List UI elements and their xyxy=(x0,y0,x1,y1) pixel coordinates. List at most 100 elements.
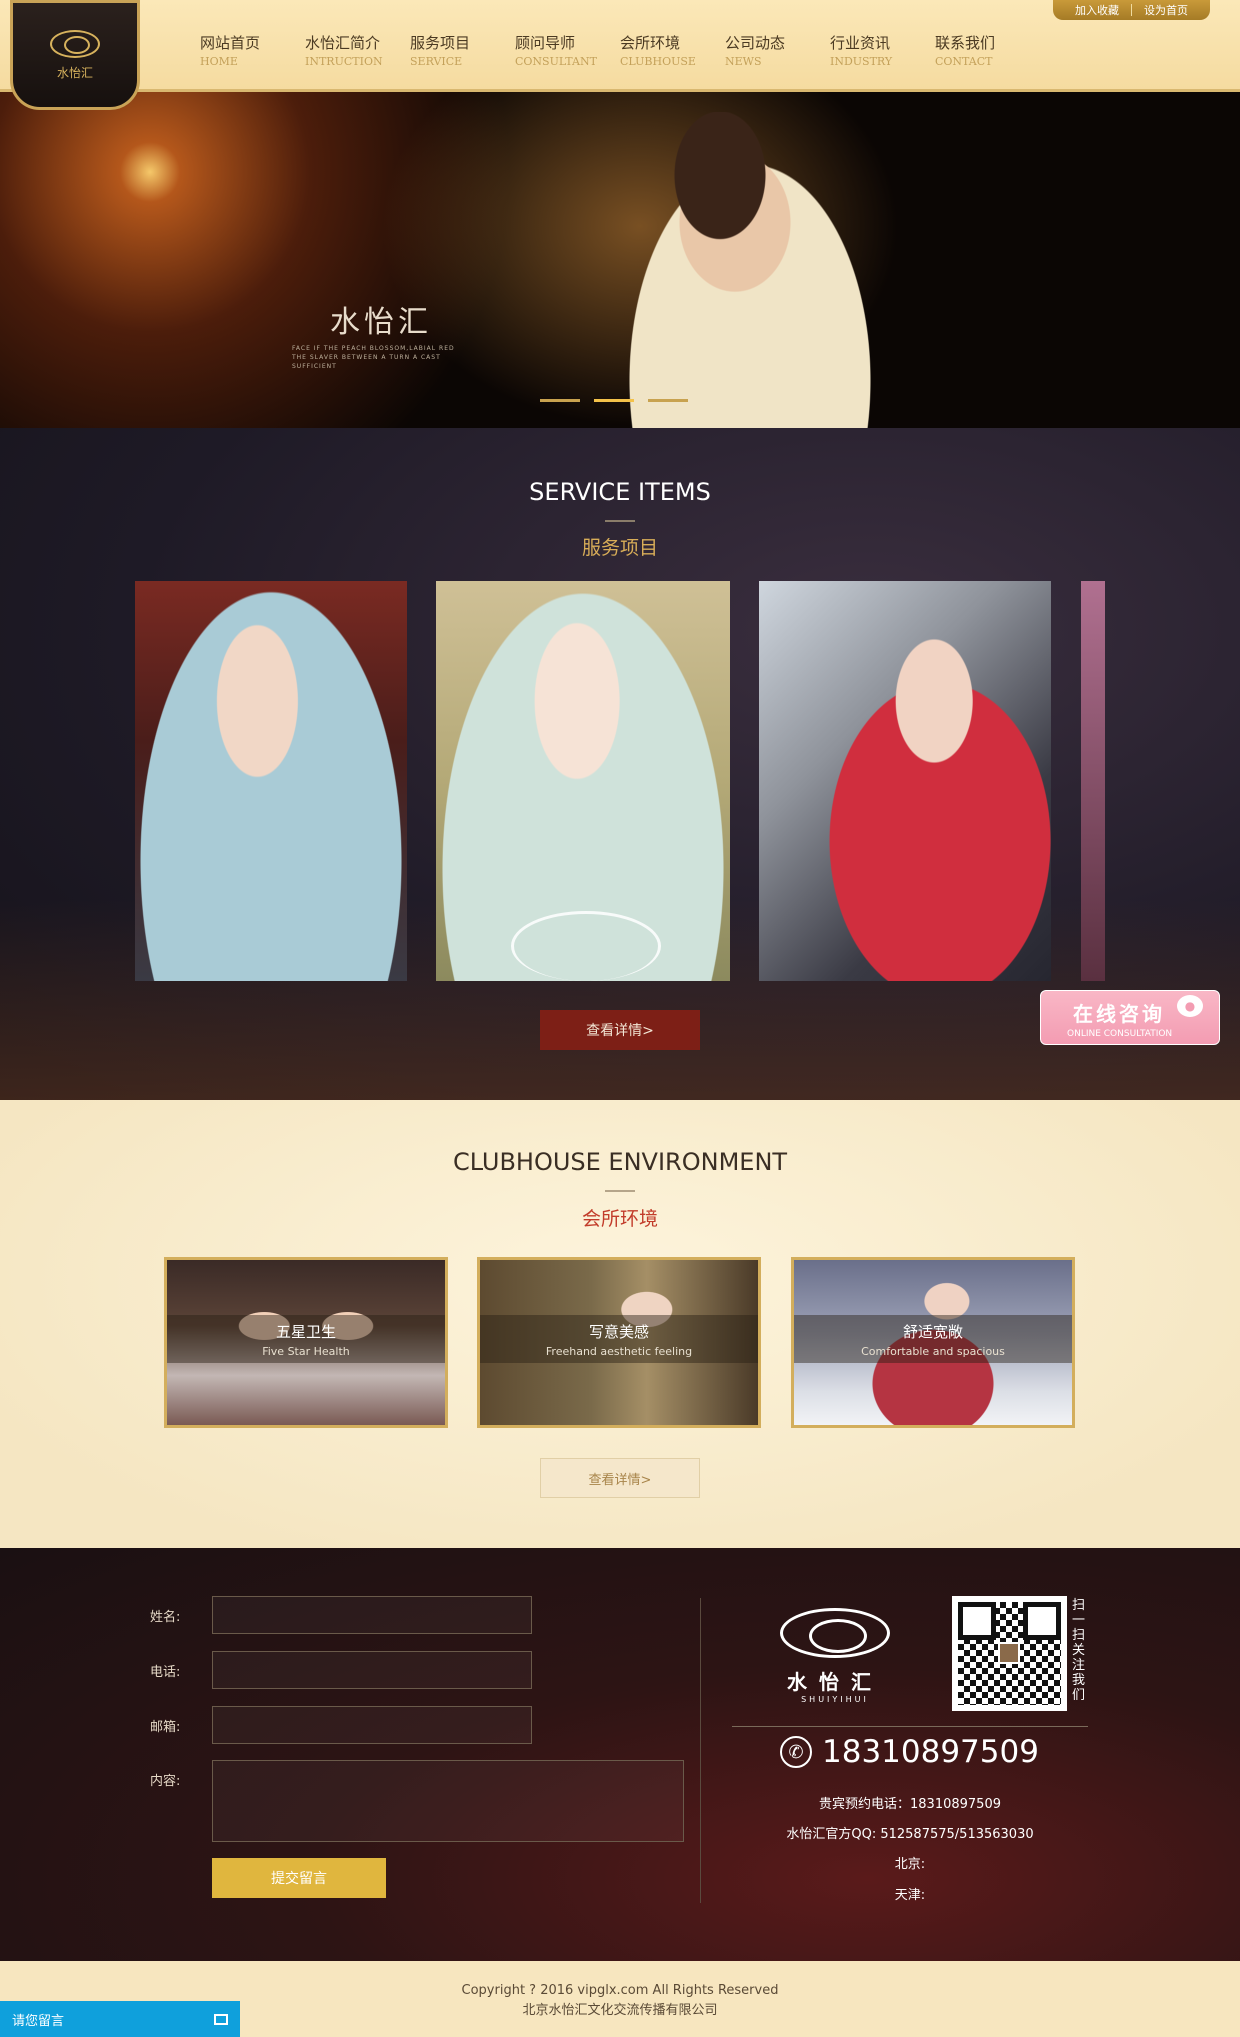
phone-field[interactable] xyxy=(212,1651,532,1689)
booking-phone: 贵宾预约电话：18310897509 xyxy=(819,1797,1001,1812)
leave-message-label: 请您留言 xyxy=(12,2013,65,2029)
environment-card[interactable]: 写意美感 Freehand aesthetic feeling xyxy=(477,1257,761,1428)
nav-sublabel: NEWS xyxy=(725,55,762,68)
set-homepage-link[interactable]: 设为首页 xyxy=(1144,2,1188,18)
clubhouse-more-button[interactable]: 查看详情> xyxy=(540,1458,700,1498)
tianjin-address: 天津: xyxy=(894,1888,926,1903)
environment-card[interactable]: 舒适宽敞 Comfortable and spacious xyxy=(791,1257,1075,1428)
nav-label: 联系我们 xyxy=(935,34,996,52)
card-caption: 五星卫生 Five Star Health xyxy=(167,1315,445,1363)
service-card-partial[interactable] xyxy=(1081,581,1105,981)
maximize-icon[interactable] xyxy=(214,2013,228,2025)
slider-dot[interactable] xyxy=(648,399,688,402)
nav-sublabel: INTRUCTION xyxy=(305,55,383,68)
email-field[interactable] xyxy=(212,1706,532,1744)
nav-label: 服务项目 xyxy=(410,34,471,52)
watermark-logo-icon xyxy=(511,911,661,981)
leave-message-bar[interactable]: 请您留言 xyxy=(0,2001,240,2037)
slider-dot-active[interactable] xyxy=(594,399,634,402)
hotline: ✆ 18310897509 xyxy=(780,1734,1039,1770)
nav-sublabel: SERVICE xyxy=(410,55,463,68)
caption-title: 舒适宽敞 xyxy=(902,1322,963,1341)
nav-intro[interactable]: 水怡汇简介 INTRUCTION xyxy=(290,32,395,68)
slider-dot[interactable] xyxy=(540,399,580,402)
nav-news[interactable]: 公司动态 NEWS xyxy=(710,32,815,68)
submit-button[interactable]: 提交留言 xyxy=(212,1858,386,1898)
email-label: 邮箱: xyxy=(150,1719,181,1735)
name-field[interactable] xyxy=(212,1596,532,1634)
service-card[interactable] xyxy=(135,581,407,981)
caption-subtitle: Comfortable and spacious xyxy=(861,1344,1005,1358)
nav-consultant[interactable]: 顾问导师 CONSULTANT xyxy=(500,32,605,68)
footer-logo-en: SHUIYIHUI xyxy=(801,1695,869,1704)
banner-subtitle: FACE IF THE PEACH BLOSSOM,LABIAL RED THE… xyxy=(292,345,455,370)
content-row: 内容: xyxy=(150,1760,684,1842)
title-divider xyxy=(605,1190,635,1192)
nav-sublabel: CONSULTANT xyxy=(515,55,597,68)
service-card[interactable] xyxy=(759,581,1051,981)
official-qq: 水怡汇官方QQ: 512587575/513563030 xyxy=(786,1827,1034,1842)
phone-label: 电话: xyxy=(150,1664,181,1680)
card-caption: 舒适宽敞 Comfortable and spacious xyxy=(794,1315,1072,1363)
qr-caption: 扫一扫关注我们 xyxy=(1072,1598,1086,1703)
name-row: 姓名: xyxy=(150,1596,532,1634)
footer-logo-name: 水怡汇 xyxy=(787,1670,883,1694)
environment-card[interactable]: 五星卫生 Five Star Health xyxy=(164,1257,448,1428)
consult-label: 在线咨询 xyxy=(1073,1002,1165,1026)
phone-icon: ✆ xyxy=(780,1736,812,1768)
caption-subtitle: Freehand aesthetic feeling xyxy=(545,1344,693,1358)
nav-label: 网站首页 xyxy=(200,34,261,52)
nav-label: 顾问导师 xyxy=(515,34,576,52)
section-title-en: SERVICE ITEMS xyxy=(529,478,711,506)
hotline-number: 18310897509 xyxy=(822,1734,1039,1770)
nav-industry[interactable]: 行业资讯 INDUSTRY xyxy=(815,32,920,68)
services-more-button[interactable]: 查看详情> xyxy=(540,1010,700,1050)
divider xyxy=(732,1726,1088,1727)
clubhouse-section: CLUBHOUSE ENVIRONMENT 会所环境 五星卫生 Five Sta… xyxy=(0,1100,1240,1548)
add-favorite-link[interactable]: 加入收藏 xyxy=(1075,2,1119,18)
caption-title: 五星卫生 xyxy=(275,1322,336,1341)
nav-label: 水怡汇简介 xyxy=(305,34,381,52)
main-nav: 网站首页 HOME 水怡汇简介 INTRUCTION 服务项目 SERVICE 顾问导… xyxy=(185,32,1025,68)
site-logo[interactable]: 水怡汇 xyxy=(10,0,140,110)
contact-section: 姓名: 电话: 邮箱: 内容: 提交留言 水怡汇 SHUIYIHUI 扫一扫关注… xyxy=(0,1548,1240,1961)
footer-logo: 水怡汇 SHUIYIHUI xyxy=(775,1598,895,1708)
divider xyxy=(700,1598,701,1903)
nav-sublabel: INDUSTRY xyxy=(830,55,893,68)
divider xyxy=(1131,4,1132,16)
slider-dots xyxy=(540,399,688,402)
banner-image xyxy=(600,112,900,428)
nav-sublabel: CONTACT xyxy=(935,55,993,68)
nav-home[interactable]: 网站首页 HOME xyxy=(185,32,290,68)
logo-icon xyxy=(50,29,100,58)
nav-label: 行业资讯 xyxy=(830,34,891,52)
nav-contact[interactable]: 联系我们 CONTACT xyxy=(920,32,1025,68)
banner-title: 水怡汇 xyxy=(330,305,432,340)
service-card[interactable] xyxy=(436,581,730,981)
nav-clubhouse[interactable]: 会所环境 CLUBHOUSE xyxy=(605,32,710,68)
online-consultation-button[interactable]: 在线咨询 ONLINE CONSULTATION ● xyxy=(1040,990,1220,1045)
logo-text: 水怡汇 xyxy=(56,65,93,80)
section-title-cn: 服务项目 xyxy=(581,537,658,559)
section-title-cn: 会所环境 xyxy=(581,1208,658,1230)
nav-service[interactable]: 服务项目 SERVICE xyxy=(395,32,500,68)
logo-icon xyxy=(780,1608,890,1658)
email-row: 邮箱: xyxy=(150,1706,532,1744)
qr-code-icon xyxy=(958,1602,1061,1705)
qr-code xyxy=(952,1596,1067,1711)
name-label: 姓名: xyxy=(150,1609,181,1625)
nav-label: 会所环境 xyxy=(620,34,681,52)
consult-sublabel: ONLINE CONSULTATION xyxy=(1067,1029,1173,1039)
copyright-text: Copyright ? 2016 vipglx.com All Rights R… xyxy=(461,1983,779,1998)
caption-title: 写意美感 xyxy=(588,1322,649,1341)
hero-banner: 水怡汇 FACE IF THE PEACH BLOSSOM,LABIAL RED… xyxy=(0,92,1240,428)
content-textarea[interactable] xyxy=(212,1760,684,1842)
nav-label: 公司动态 xyxy=(725,34,786,52)
beijing-address: 北京: xyxy=(894,1857,926,1872)
top-links: 加入收藏 设为首页 xyxy=(1053,0,1210,20)
nav-sublabel: CLUBHOUSE xyxy=(620,55,696,68)
caption-subtitle: Five Star Health xyxy=(262,1344,350,1358)
phone-row: 电话: xyxy=(150,1651,532,1689)
nav-sublabel: HOME xyxy=(200,55,238,68)
qr-center-avatar xyxy=(998,1642,1020,1664)
